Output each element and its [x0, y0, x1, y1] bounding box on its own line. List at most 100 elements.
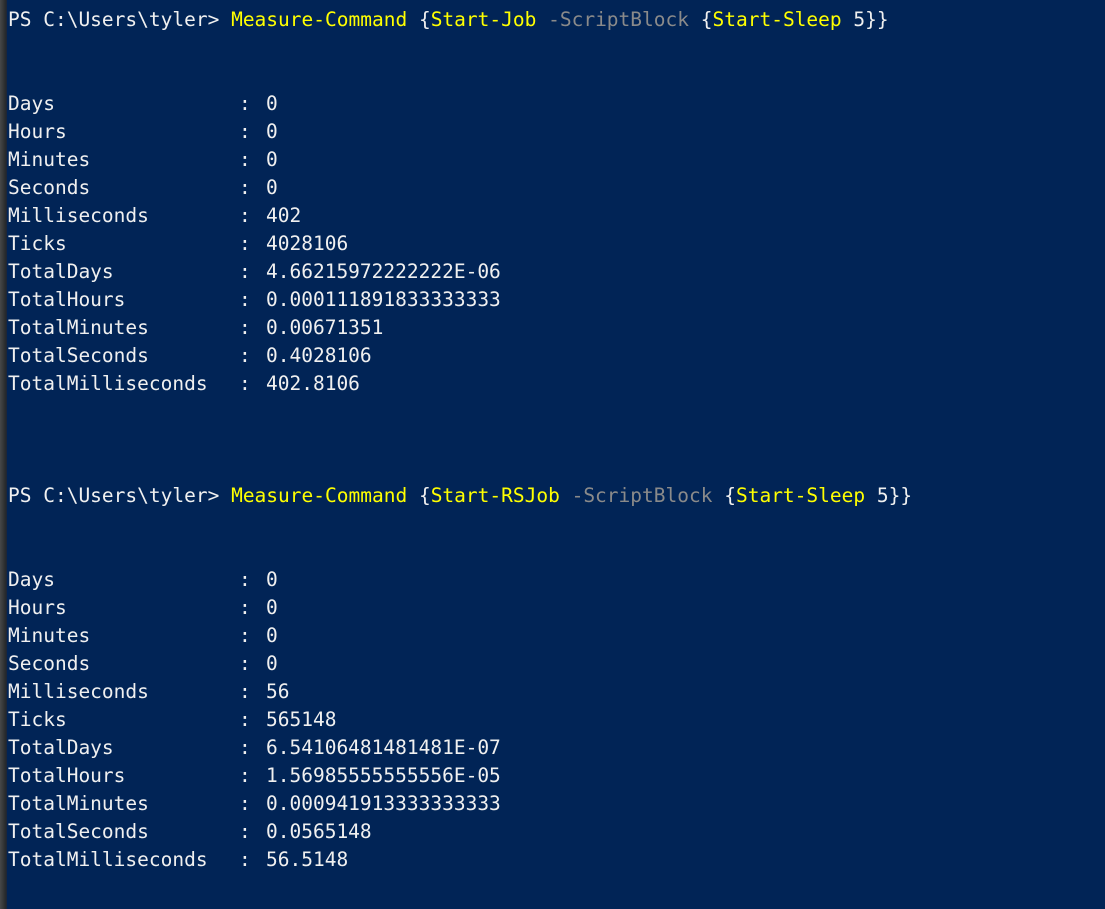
output-row: TotalDays:4.66215972222222E-06	[7, 258, 1105, 286]
property-name: Days	[8, 568, 55, 591]
property-name: TotalMilliseconds	[8, 372, 208, 395]
property-value: 0	[266, 596, 278, 619]
property-separator: :	[239, 568, 251, 591]
property-value: 56.5148	[266, 848, 349, 871]
property-value: 0	[266, 92, 278, 115]
property-name: TotalHours	[8, 288, 126, 311]
property-value: 4.66215972222222E-06	[266, 260, 501, 283]
output-row: Milliseconds:402	[7, 202, 1105, 230]
parameter-scriptblock: -ScriptBlock	[571, 484, 713, 507]
property-separator: :	[239, 288, 251, 311]
output-row: TotalMinutes:0.000941913333333333	[7, 790, 1105, 818]
output-row: TotalHours:1.56985555555556E-05	[7, 762, 1105, 790]
property-name: Minutes	[8, 624, 91, 647]
output-row: Minutes:0	[7, 146, 1105, 174]
property-separator: :	[239, 680, 251, 703]
property-value: 402	[266, 204, 302, 227]
close-braces: }}	[865, 8, 889, 31]
property-separator: :	[239, 764, 251, 787]
property-value: 0	[266, 176, 278, 199]
open-brace: {	[418, 484, 431, 507]
prompt: PS C:\Users\tyler>	[8, 8, 220, 31]
property-separator: :	[239, 344, 251, 367]
property-value: 0.4028106	[266, 344, 372, 367]
property-separator: :	[239, 148, 251, 171]
property-name: TotalSeconds	[8, 344, 149, 367]
property-separator: :	[239, 596, 251, 619]
open-brace: {	[418, 8, 431, 31]
property-separator: :	[239, 708, 251, 731]
property-separator: :	[239, 736, 251, 759]
property-value: 0	[266, 652, 278, 675]
output-row: TotalMilliseconds:56.5148	[7, 846, 1105, 874]
sleep-argument: 5	[853, 8, 866, 31]
output-row: Seconds:0	[7, 650, 1105, 678]
output-row: TotalSeconds:0.0565148	[7, 818, 1105, 846]
output-row: TotalHours:0.000111891833333333	[7, 286, 1105, 314]
property-value: 0.00671351	[266, 316, 384, 339]
property-separator: :	[239, 624, 251, 647]
inner-open-brace: {	[700, 8, 713, 31]
cmdlet-start-sleep: Start-Sleep	[735, 484, 866, 507]
property-name: TotalMinutes	[8, 316, 149, 339]
property-separator: :	[239, 232, 251, 255]
terminal-screen[interactable]: PS C:\Users\tyler> Measure-Command {Star…	[7, 0, 1105, 909]
cmdlet-start-sleep: Start-Sleep	[712, 8, 842, 31]
cmdlet-measure-command: Measure-Command	[231, 8, 408, 31]
output-row: Hours:0	[7, 594, 1105, 622]
property-name: Ticks	[8, 232, 67, 255]
property-value: 0	[266, 148, 278, 171]
property-name: Seconds	[8, 176, 91, 199]
property-name: Minutes	[8, 148, 91, 171]
property-value: 4028106	[266, 232, 349, 255]
property-separator: :	[239, 820, 251, 843]
output-row: Ticks:565148	[7, 706, 1105, 734]
property-value: 0.0565148	[266, 820, 372, 843]
property-value: 56	[266, 680, 290, 703]
property-value: 0.000111891833333333	[266, 288, 501, 311]
window-left-edge	[0, 0, 7, 909]
property-name: TotalDays	[8, 260, 114, 283]
property-separator: :	[239, 92, 251, 115]
property-name: Seconds	[8, 652, 91, 675]
output-row: Seconds:0	[7, 174, 1105, 202]
property-value: 1.56985555555556E-05	[266, 764, 501, 787]
property-value: 565148	[266, 708, 337, 731]
property-name: Milliseconds	[8, 204, 149, 227]
powershell-terminal[interactable]: PS C:\Users\tyler> Measure-Command {Star…	[0, 0, 1105, 909]
property-name: TotalHours	[8, 764, 126, 787]
close-braces: }}	[888, 484, 913, 507]
property-name: TotalSeconds	[8, 820, 149, 843]
command-line: PS C:\Users\tyler> Measure-Command {Star…	[7, 6, 1105, 34]
property-separator: :	[239, 316, 251, 339]
output-row: TotalDays:6.54106481481481E-07	[7, 734, 1105, 762]
cmdlet-measure-command: Measure-Command	[231, 484, 408, 507]
output-row: TotalMinutes:0.00671351	[7, 314, 1105, 342]
property-name: Ticks	[8, 708, 67, 731]
property-name: TotalDays	[8, 736, 114, 759]
output-row: TotalSeconds:0.4028106	[7, 342, 1105, 370]
property-separator: :	[239, 792, 251, 815]
property-value: 0	[266, 120, 278, 143]
output-row: Minutes:0	[7, 622, 1105, 650]
property-separator: :	[239, 120, 251, 143]
property-separator: :	[239, 372, 251, 395]
property-name: Hours	[8, 120, 67, 143]
command-line: PS C:\Users\tyler> Measure-Command {Star…	[7, 482, 1105, 510]
output-row: Milliseconds:56	[7, 678, 1105, 706]
inner-open-brace: {	[724, 484, 736, 507]
parameter-scriptblock: -ScriptBlock	[548, 8, 689, 31]
property-value: 402.8106	[266, 372, 360, 395]
property-separator: :	[239, 176, 251, 199]
property-separator: :	[239, 204, 251, 227]
output-row: Days:0	[7, 90, 1105, 118]
property-value: 0	[266, 568, 278, 591]
output-row: Days:0	[7, 566, 1105, 594]
sleep-argument: 5	[876, 484, 889, 507]
property-separator: :	[239, 652, 251, 675]
